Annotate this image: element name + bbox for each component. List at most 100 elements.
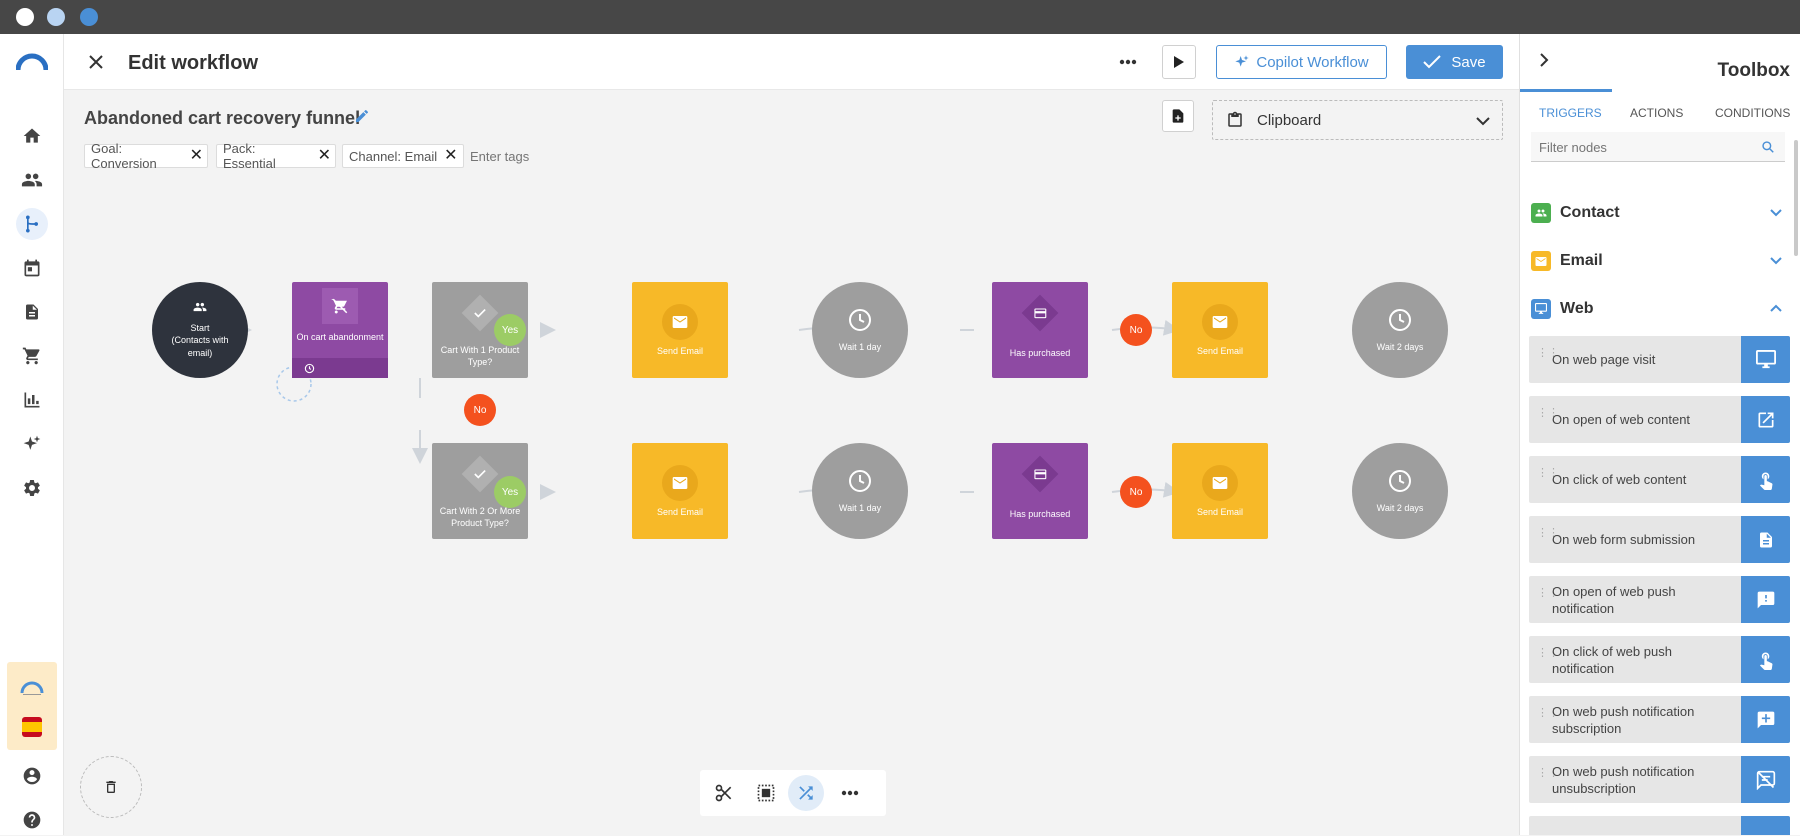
trigger-item-partial[interactable] (1529, 816, 1790, 835)
trigger-item-open-web-push[interactable]: ⋮⋮ On open of web push notification (1529, 576, 1790, 623)
chevron-up-icon (1770, 304, 1782, 312)
sparkle-icon[interactable] (16, 428, 48, 460)
copilot-workflow-button[interactable]: Copilot Workflow (1216, 45, 1387, 79)
trigger-item-web-page-visit[interactable]: ⋮⋮ On web page visit (1529, 336, 1790, 383)
trigger-item-label: On web form submission (1552, 532, 1696, 547)
toolbox-panel: Toolbox TRIGGERS ACTIONS CONDITIONS Cont… (1519, 34, 1800, 835)
category-web[interactable]: Web (1531, 294, 1791, 324)
cart-icon[interactable] (16, 340, 48, 372)
trigger-item-click-web-push[interactable]: ⋮⋮ On click of web push notification (1529, 636, 1790, 683)
start-node-label: email) (187, 348, 213, 358)
tab-triggers[interactable]: TRIGGERS (1539, 106, 1602, 120)
help-icon[interactable] (16, 804, 48, 836)
more-options-icon[interactable] (834, 777, 866, 809)
check-diamond-icon (461, 294, 499, 332)
delete-button[interactable] (80, 756, 142, 818)
tab-conditions[interactable]: CONDITIONS (1715, 106, 1790, 120)
has-purchased-node[interactable]: Has purchased (992, 443, 1088, 539)
comments-disabled-icon (1741, 756, 1790, 803)
wait-node-label: Wait 1 day (838, 503, 882, 513)
wait-node[interactable]: Wait 1 day (812, 282, 908, 378)
auto-arrange-icon[interactable] (788, 775, 824, 811)
page-header: Edit workflow Copilot Workflow Save (64, 34, 1519, 90)
category-email[interactable]: Email (1531, 246, 1791, 276)
trigger-item-web-push-subscription[interactable]: ⋮⋮ On web push notification subscription (1529, 696, 1790, 743)
calendar-icon[interactable] (16, 252, 48, 284)
window-close-dot[interactable] (16, 8, 34, 26)
collapse-panel-icon[interactable] (1534, 50, 1554, 70)
email-icon (1202, 304, 1238, 340)
sparkle-icon (1235, 55, 1250, 67)
category-label: Email (1560, 252, 1603, 269)
save-label: Save (1451, 53, 1486, 71)
send-email-node[interactable]: Send Email (632, 443, 728, 539)
send-email-label: Send Email (656, 507, 704, 517)
start-node[interactable]: Start (Contacts with email) (152, 282, 248, 378)
clock-icon (1389, 470, 1411, 492)
touch-icon (1741, 636, 1790, 683)
has-purchased-node[interactable]: Has purchased (992, 282, 1088, 378)
clock-icon (304, 363, 315, 374)
clock-icon (1389, 309, 1411, 331)
search-icon (1762, 141, 1774, 153)
email-icon (662, 465, 698, 501)
brand-logo (20, 680, 44, 696)
tab-indicator (1520, 89, 1612, 92)
left-navigation (0, 34, 64, 835)
canvas-toolbar (700, 770, 886, 816)
toolbox-scrollbar[interactable] (1794, 140, 1798, 256)
select-all-icon[interactable] (750, 777, 782, 809)
send-email-node[interactable]: Send Email (1172, 282, 1268, 378)
category-contact[interactable]: Contact (1531, 198, 1791, 228)
wait-node-label: Wait 1 day (838, 342, 882, 352)
run-button[interactable] (1162, 45, 1196, 79)
workflow-connectors (224, 319, 1180, 500)
email-icon (1531, 251, 1551, 271)
cut-icon[interactable] (708, 777, 740, 809)
brand-switcher[interactable] (7, 662, 57, 750)
app-logo[interactable] (15, 52, 49, 72)
close-icon[interactable] (84, 50, 108, 74)
document-icon (1741, 516, 1790, 563)
email-icon (662, 304, 698, 340)
category-label: Web (1560, 300, 1594, 317)
filter-input[interactable] (1539, 138, 1739, 156)
wait-node[interactable]: Wait 1 day (812, 443, 908, 539)
tab-actions[interactable]: ACTIONS (1630, 106, 1683, 120)
spain-flag-icon (22, 717, 42, 737)
page-title: Edit workflow (128, 52, 258, 74)
toolbox-title: Toolbox (1717, 60, 1790, 81)
send-email-node[interactable]: Send Email (632, 282, 728, 378)
contacts-icon[interactable] (16, 164, 48, 196)
more-options-icon[interactable] (1116, 50, 1140, 74)
has-purchased-label: Has purchased (1009, 509, 1071, 519)
trigger-item-label: On click of web content (1552, 472, 1687, 487)
trigger-node-footer (292, 358, 388, 378)
wait-node-label: Wait 2 days (1376, 342, 1424, 352)
document-icon[interactable] (16, 296, 48, 328)
settings-icon[interactable] (16, 472, 48, 504)
analytics-icon[interactable] (16, 384, 48, 416)
trigger-item-label: On open of web push notification (1552, 583, 1676, 616)
home-icon[interactable] (16, 120, 48, 152)
workflow-icon[interactable] (16, 208, 48, 240)
workflow-canvas[interactable]: Abandoned cart recovery funnel Goal: Con… (64, 90, 1567, 835)
trigger-item-label: On open of web content (1552, 412, 1691, 427)
trigger-item-click-web-content[interactable]: ⋮⋮ On click of web content (1529, 456, 1790, 503)
check-icon (1423, 55, 1442, 69)
wait-node[interactable]: Wait 2 days (1352, 282, 1448, 378)
account-icon[interactable] (16, 760, 48, 792)
window-minimize-dot[interactable] (47, 8, 65, 26)
send-email-node[interactable]: Send Email (1172, 443, 1268, 539)
window-maximize-dot[interactable] (80, 8, 98, 26)
trigger-item-web-push-unsubscription[interactable]: ⋮⋮ On web push notification unsubscripti… (1529, 756, 1790, 803)
trigger-item-open-web-content[interactable]: ⋮⋮ On open of web content (1529, 396, 1790, 443)
start-node-label: (Contacts with (171, 335, 229, 345)
play-icon (1174, 56, 1184, 68)
save-button[interactable]: Save (1406, 45, 1503, 79)
trigger-node[interactable]: On cart abandonment (292, 282, 388, 378)
trigger-item-web-form-submission[interactable]: ⋮⋮ On web form submission (1529, 516, 1790, 563)
yes-badge: Yes (494, 476, 526, 508)
trigger-item-label: On web page visit (1552, 352, 1656, 367)
wait-node[interactable]: Wait 2 days (1352, 443, 1448, 539)
